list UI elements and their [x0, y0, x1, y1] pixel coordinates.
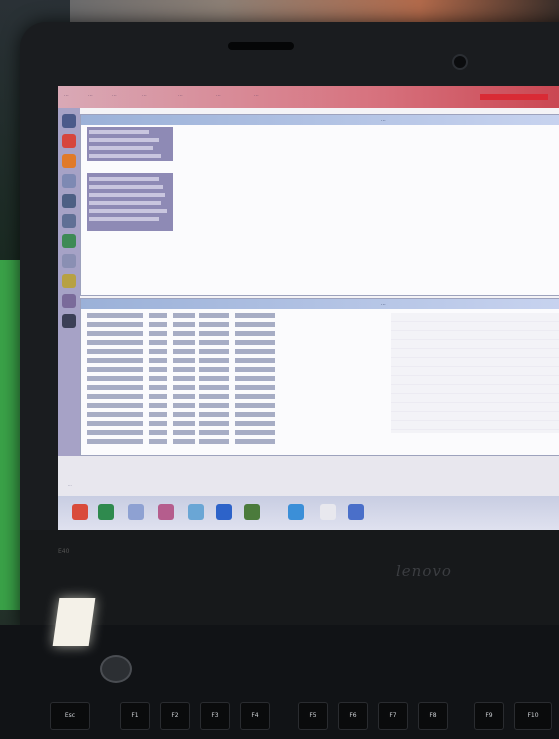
webcam-bar: [228, 42, 294, 50]
log-row: [87, 358, 387, 365]
taskbar-icon[interactable]: [128, 504, 144, 520]
log-row: [87, 322, 387, 329]
menu-bar: ... ... ... ... ... ... ...: [58, 86, 559, 108]
log-row: [87, 313, 387, 320]
menu-item[interactable]: ...: [112, 92, 117, 98]
log-row: [87, 403, 387, 410]
status-bar: ...: [58, 456, 559, 496]
menu-item[interactable]: ...: [64, 92, 69, 98]
key-f9[interactable]: F9: [474, 702, 504, 730]
brand-logo: lenovo: [396, 562, 452, 580]
log-row: [87, 439, 387, 446]
log-row: [87, 376, 387, 383]
lid-bezel-bottom: [20, 530, 559, 632]
app-icon[interactable]: [62, 274, 76, 288]
taskbar-icon[interactable]: [348, 504, 364, 520]
log-row: [87, 421, 387, 428]
pane-header: ...: [81, 299, 559, 309]
status-line: ...: [68, 482, 72, 487]
bezel-label: E40: [58, 548, 70, 555]
log-row: [87, 349, 387, 356]
key-f6[interactable]: F6: [338, 702, 368, 730]
pane-caption: ...: [381, 117, 386, 123]
menu-item[interactable]: ...: [178, 92, 183, 98]
key-f5[interactable]: F5: [298, 702, 328, 730]
app-icon[interactable]: [62, 154, 76, 168]
key-esc[interactable]: Esc: [50, 702, 90, 730]
webcam-icon: [452, 54, 468, 70]
terminal-pane-top[interactable]: ...: [80, 114, 559, 296]
log-row: [87, 412, 387, 419]
log-row: [87, 331, 387, 338]
taskbar-icon[interactable]: [216, 504, 232, 520]
app-icon[interactable]: [62, 174, 76, 188]
key-f10[interactable]: F10: [514, 702, 552, 730]
app-icon[interactable]: [62, 314, 76, 328]
log-row: [87, 430, 387, 437]
laptop-screen: ... ... ... ... ... ... ... ... ... ...: [58, 86, 559, 530]
taskbar-icon[interactable]: [72, 504, 88, 520]
log-row: [87, 385, 387, 392]
pane-header: ...: [81, 115, 559, 125]
app-icon[interactable]: [62, 254, 76, 268]
key-f8[interactable]: F8: [418, 702, 448, 730]
app-icon[interactable]: [62, 234, 76, 248]
menu-item[interactable]: ...: [88, 92, 93, 98]
window-title-highlight: [480, 94, 548, 100]
menu-item[interactable]: ...: [254, 92, 259, 98]
power-button[interactable]: [100, 655, 132, 683]
menu-item[interactable]: ...: [216, 92, 221, 98]
taskbar-icon[interactable]: [98, 504, 114, 520]
selected-text-block: [87, 173, 173, 231]
terminal-pane-bottom[interactable]: ...: [80, 298, 559, 456]
log-row: [87, 367, 387, 374]
log-area-right: [391, 313, 559, 433]
key-f1[interactable]: F1: [120, 702, 150, 730]
log-row: [87, 394, 387, 401]
usb-light: [52, 598, 96, 646]
app-icon[interactable]: [62, 294, 76, 308]
key-f7[interactable]: F7: [378, 702, 408, 730]
key-f4[interactable]: F4: [240, 702, 270, 730]
menu-item[interactable]: ...: [142, 92, 147, 98]
app-icon[interactable]: [62, 134, 76, 148]
log-row: [87, 340, 387, 347]
pane-caption: ...: [381, 301, 386, 307]
taskbar-icon[interactable]: [188, 504, 204, 520]
app-icon[interactable]: [62, 114, 76, 128]
selected-text-block: [87, 127, 173, 161]
taskbar: [58, 496, 559, 530]
taskbar-icon[interactable]: [288, 504, 304, 520]
key-f3[interactable]: F3: [200, 702, 230, 730]
taskbar-icon[interactable]: [320, 504, 336, 520]
app-icon[interactable]: [62, 194, 76, 208]
taskbar-icon[interactable]: [158, 504, 174, 520]
green-object: [0, 260, 22, 610]
function-key-row: Esc F1 F2 F3 F4 F5 F6 F7 F8 F9 F10: [42, 696, 559, 739]
key-f2[interactable]: F2: [160, 702, 190, 730]
taskbar-icon[interactable]: [244, 504, 260, 520]
app-icon[interactable]: [62, 214, 76, 228]
launcher-dock: [58, 108, 80, 498]
